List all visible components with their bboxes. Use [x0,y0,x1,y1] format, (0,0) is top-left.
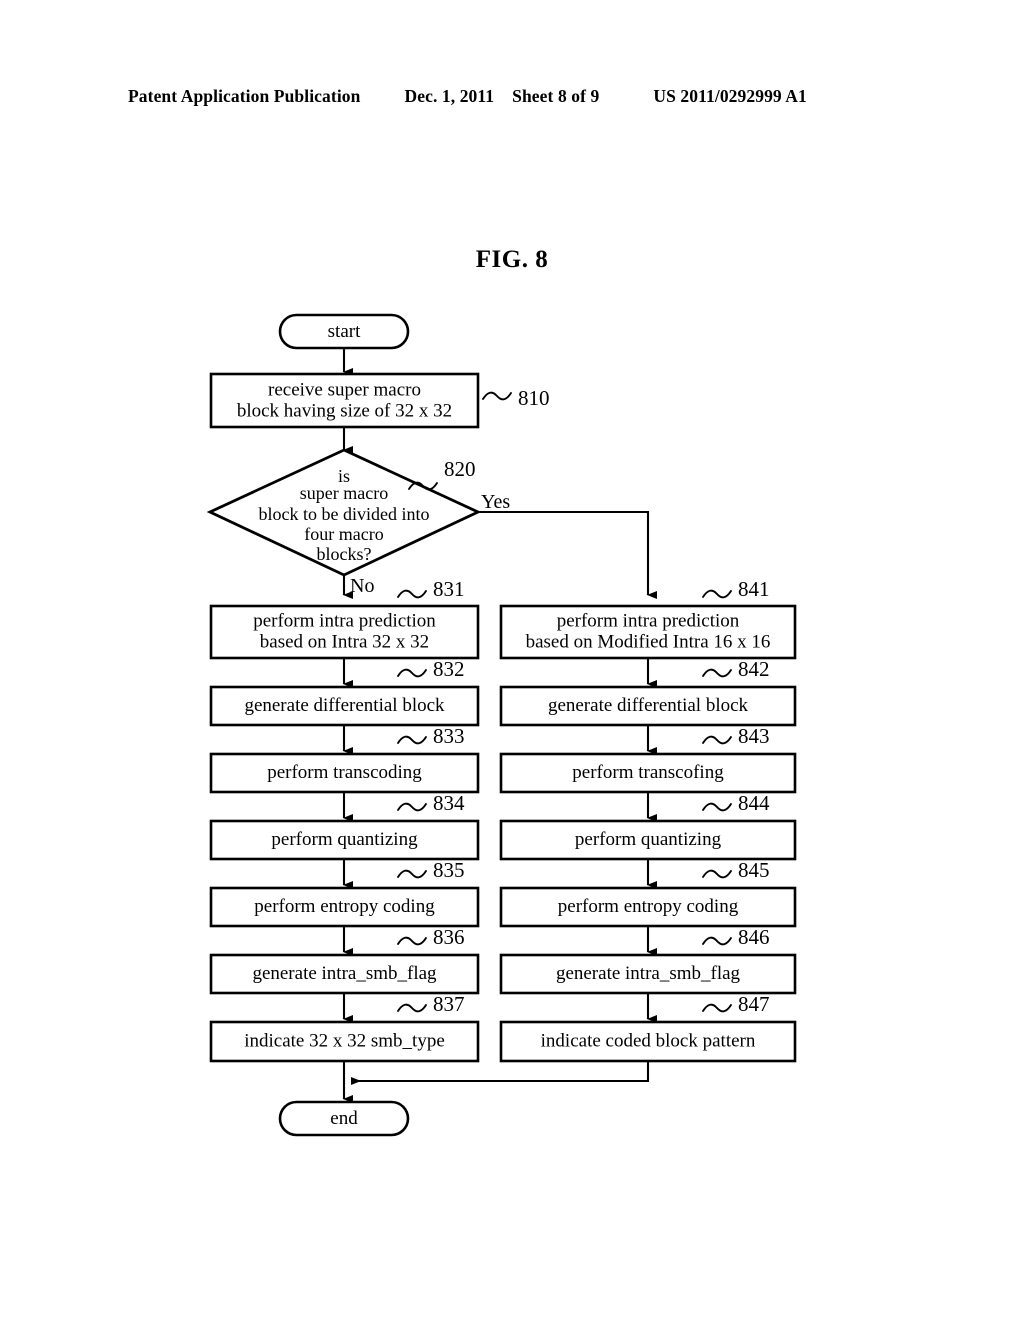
node-847[interactable]: indicate coded block pattern [499,1020,797,1063]
node-810-line-1: receive super macro [268,379,421,400]
node-834-label: perform quantizing [271,829,418,850]
ref-marker-847: 847 [702,992,770,1016]
node-820-line-3: block to be divided into [259,504,430,524]
ref-marker-844: 844 [702,791,770,815]
ref-number-842: 842 [738,657,770,681]
ref-number-846: 846 [738,925,770,949]
ref-number-831: 831 [433,577,465,601]
node-831-line-1: perform intra prediction [253,610,436,631]
node-845-label: perform entropy coding [558,896,739,917]
ref-marker-835: 835 [397,858,465,882]
node-841-line-2: based on Modified Intra 16 x 16 [526,631,771,652]
node-837-label: indicate 32 x 32 smb_type [244,1030,445,1051]
node-841[interactable]: perform intra prediction based on Modifi… [499,604,797,660]
ref-number-834: 834 [433,791,465,815]
ref-number-841: 841 [738,577,770,601]
ref-number-833: 833 [433,724,465,748]
ref-number-845: 845 [738,858,770,882]
node-820-line-2: super macro [300,483,388,503]
edge-820-yes-to-841 [478,510,657,599]
node-810-line-2: block having size of 32 x 32 [237,400,452,421]
node-820[interactable]: is super macro block to be divided into … [206,448,482,577]
ref-number-847: 847 [738,992,770,1016]
ref-marker-836: 836 [397,925,465,949]
node-847-label: indicate coded block pattern [541,1030,756,1051]
ref-number-835: 835 [433,858,465,882]
node-831-line-2: based on Intra 32 x 32 [260,631,429,652]
node-842-label: generate differential block [548,695,749,716]
node-start[interactable]: start [278,313,410,350]
ref-number-832: 832 [433,657,465,681]
ref-marker-833: 833 [397,724,465,748]
node-start-label: start [328,321,361,342]
node-842[interactable]: generate differential block [499,685,797,727]
node-846-label: generate intra_smb_flag [556,963,741,984]
node-836[interactable]: generate intra_smb_flag [209,953,480,995]
branch-label-yes: Yes [481,491,510,513]
node-832-label: generate differential block [244,695,445,716]
ref-marker-841: 841 [702,577,770,601]
ref-marker-842: 842 [702,657,770,681]
edge-847-merge-to-end [351,1061,650,1085]
node-833-label: perform transcoding [267,762,422,783]
ref-number-837: 837 [433,992,465,1016]
node-832[interactable]: generate differential block [209,685,480,727]
node-833[interactable]: perform transcoding [209,752,480,794]
ref-number-843: 843 [738,724,770,748]
node-835-label: perform entropy coding [254,896,435,917]
ref-number-836: 836 [433,925,465,949]
ref-marker-810: 810 [482,386,550,410]
ref-marker-832: 832 [397,657,465,681]
ref-number-810: 810 [518,386,550,410]
ref-marker-845: 845 [702,858,770,882]
ref-marker-834: 834 [397,791,465,815]
node-844[interactable]: perform quantizing [499,819,797,861]
node-844-label: perform quantizing [575,829,722,850]
branch-label-no: No [350,575,374,597]
ref-marker-846: 846 [702,925,770,949]
ref-marker-831: 831 [397,577,465,601]
node-845[interactable]: perform entropy coding [499,886,797,928]
node-836-label: generate intra_smb_flag [252,963,437,984]
node-843[interactable]: perform transcofing [499,752,797,794]
node-820-line-4: four macro [304,524,383,544]
node-835[interactable]: perform entropy coding [209,886,480,928]
flowchart-diagram: start receive super macro block having s… [0,0,1024,1320]
node-837[interactable]: indicate 32 x 32 smb_type [209,1020,480,1063]
node-846[interactable]: generate intra_smb_flag [499,953,797,995]
node-831[interactable]: perform intra prediction based on Intra … [209,604,480,660]
node-810[interactable]: receive super macro block having size of… [209,372,480,429]
ref-marker-837: 837 [397,992,465,1016]
node-820-line-5: blocks? [317,544,372,564]
ref-marker-843: 843 [702,724,770,748]
node-end-label: end [330,1108,358,1129]
node-834[interactable]: perform quantizing [209,819,480,861]
node-end[interactable]: end [278,1100,410,1137]
node-843-label: perform transcofing [572,762,724,783]
ref-number-820: 820 [444,457,476,481]
node-841-line-1: perform intra prediction [557,610,740,631]
ref-number-844: 844 [738,791,770,815]
